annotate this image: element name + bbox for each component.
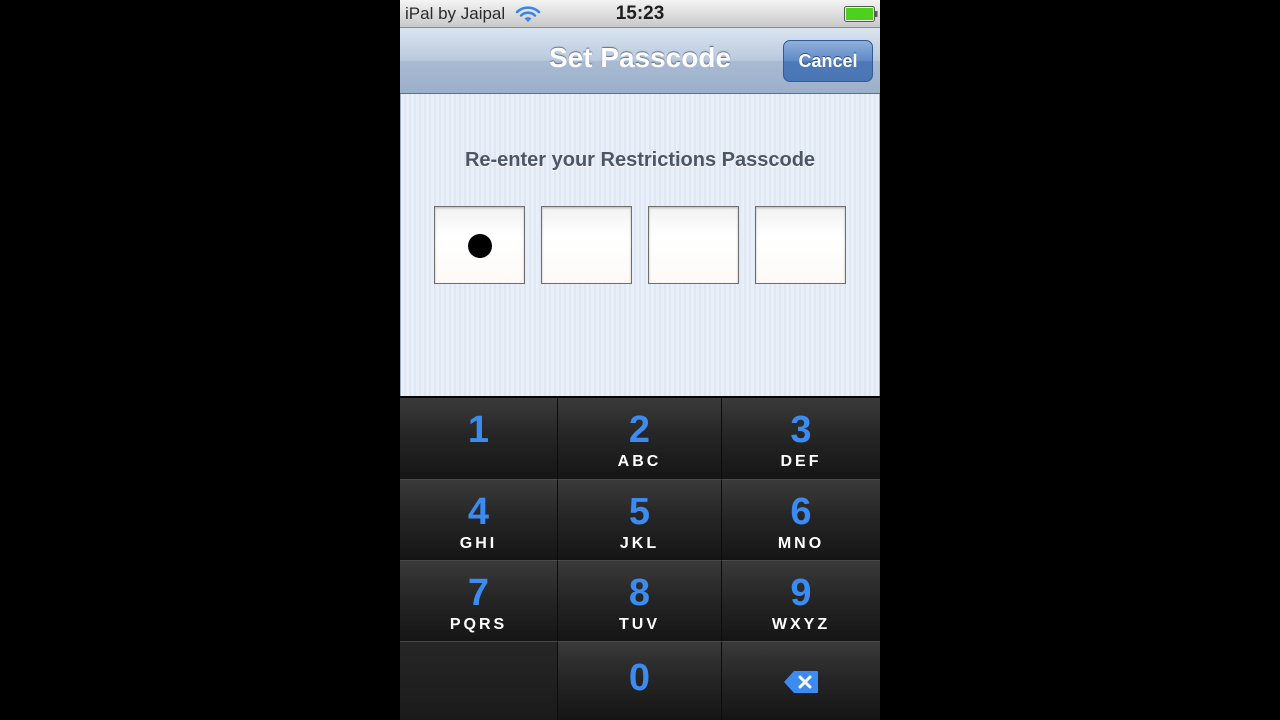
key-letters: WXYZ (771, 616, 831, 633)
key-4[interactable]: 4 GHI (400, 480, 558, 561)
passcode-digit-field-1[interactable] (434, 206, 525, 284)
cancel-button[interactable]: Cancel (783, 40, 873, 82)
passcode-digit-field-4[interactable] (755, 206, 846, 284)
key-letters: JKL (619, 535, 660, 552)
delete-backspace-icon (784, 671, 818, 693)
passcode-digit-field-2[interactable] (541, 206, 632, 284)
passcode-panel: Re-enter your Restrictions Passcode (400, 94, 880, 396)
keypad-blank-key (400, 642, 558, 720)
key-letters: GHI (459, 535, 498, 552)
status-bar: iPal by Jaipal 15:23 (400, 0, 880, 28)
key-letters: PQRS (449, 616, 508, 633)
key-8[interactable]: 8 TUV (558, 561, 722, 642)
key-letters: MNO (777, 535, 825, 552)
passcode-entered-dot (468, 234, 492, 258)
navigation-bar: Set Passcode Cancel (400, 28, 880, 94)
key-digit: 0 (628, 657, 651, 699)
key-digit: 9 (790, 572, 812, 614)
key-3[interactable]: 3 DEF (722, 398, 880, 480)
passcode-prompt: Re-enter your Restrictions Passcode (464, 149, 816, 171)
passcode-digit-field-3[interactable] (648, 206, 739, 284)
key-6[interactable]: 6 MNO (722, 480, 880, 561)
key-digit: 4 (467, 491, 490, 533)
key-digit: 5 (628, 491, 651, 533)
key-digit: 3 (790, 409, 812, 451)
delete-key[interactable] (722, 642, 880, 720)
key-digit: 8 (628, 572, 651, 614)
numeric-keypad: 1 2 ABC 3 DEF 4 GHI 5 JKL 6 MNO 7 PQRS 8… (400, 396, 880, 720)
key-9[interactable]: 9 WXYZ (722, 561, 880, 642)
passcode-fields (434, 206, 846, 284)
key-7[interactable]: 7 PQRS (400, 561, 558, 642)
phone-screen: iPal by Jaipal 15:23 Set Passcode Cancel… (400, 0, 880, 720)
key-2[interactable]: 2 ABC (558, 398, 722, 480)
key-digit: 6 (790, 491, 812, 533)
key-letters: DEF (780, 453, 822, 470)
key-0[interactable]: 0 (558, 642, 722, 720)
key-letters: ABC (617, 453, 662, 470)
key-1[interactable]: 1 (400, 398, 558, 480)
battery-icon (844, 6, 878, 22)
key-5[interactable]: 5 JKL (558, 480, 722, 561)
key-letters: TUV (619, 616, 660, 633)
key-digit: 1 (467, 409, 490, 451)
key-digit: 7 (467, 572, 490, 614)
status-time: 15:23 (615, 3, 665, 24)
key-digit: 2 (628, 409, 651, 451)
